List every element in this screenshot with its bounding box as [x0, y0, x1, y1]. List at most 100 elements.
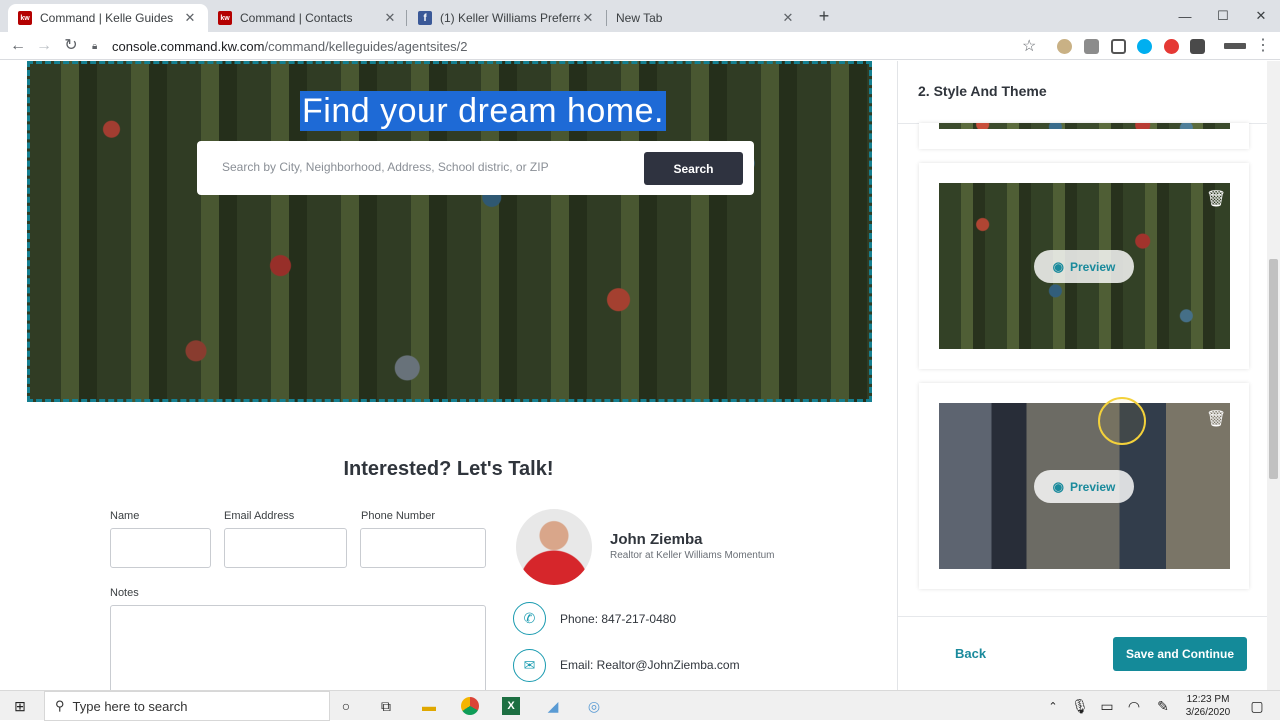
excel-icon[interactable]: X	[501, 696, 521, 716]
kw-favicon-icon: kw	[18, 11, 32, 25]
preview-label: Preview	[1069, 259, 1116, 274]
back-button[interactable]: Back	[955, 646, 986, 661]
preview-button[interactable]: ◉ Preview	[1034, 250, 1134, 283]
preview-label: Preview	[1069, 479, 1116, 494]
name-field[interactable]	[110, 528, 211, 568]
extension-skype-icon[interactable]	[1137, 39, 1152, 54]
cursor-highlight	[1098, 397, 1146, 445]
new-tab-plus-icon[interactable]: +	[814, 6, 834, 26]
extension-cookie-icon[interactable]	[1057, 39, 1072, 54]
app-icon[interactable]: ◢	[543, 696, 563, 716]
theme-card-interior[interactable]: ◉ Preview 🗑︎	[919, 383, 1249, 589]
agent-phone: Phone: 847-217-0480	[560, 612, 677, 626]
email-label: Email Address	[224, 510, 295, 522]
search-placeholder: Search by City, Neighborhood, Address, S…	[222, 160, 549, 174]
panel-footer-divider	[898, 616, 1268, 617]
phone-label: Phone Number	[361, 510, 435, 522]
maximize-icon[interactable]: ☐	[1204, 0, 1242, 32]
address-bar[interactable]: 🔒︎ console.command.kw.com/command/kelleg…	[92, 34, 1047, 58]
email-field[interactable]	[224, 528, 347, 568]
trash-icon[interactable]: 🗑︎	[1206, 409, 1226, 429]
eye-icon: ◉	[1052, 258, 1064, 274]
close-icon[interactable]: ✕	[580, 10, 596, 26]
windows-taskbar: ⊞ ⚲ Type here to search ○ ⧉ ▬ X ◢ ◎ ⌃ 🎙︎…	[0, 690, 1280, 721]
notifications-icon[interactable]: ▢	[1247, 696, 1267, 716]
microphone-icon[interactable]: 🎙︎	[1070, 696, 1090, 716]
facebook-favicon-icon: f	[418, 11, 432, 25]
theme-card-aerial[interactable]: ◉ Preview 🗑︎	[919, 163, 1249, 369]
browser-toolbar: ← → ↻ 🔒︎ console.command.kw.com/command/…	[0, 32, 1280, 60]
tab-contacts[interactable]: kw Command | Contacts ✕	[208, 4, 408, 32]
scrollbar-thumb[interactable]	[1269, 259, 1278, 479]
hero-banner[interactable]: Find your dream home. Search by City, Ne…	[27, 61, 872, 402]
pen-icon[interactable]: ✎	[1153, 696, 1173, 716]
close-icon[interactable]: ✕	[382, 10, 398, 26]
taskbar-search-input[interactable]: ⚲ Type here to search	[44, 691, 330, 721]
url-path: /command/kelleguides/agentsites/2	[264, 38, 468, 54]
browser-tab-strip: kw Command | Kelle Guides ✕ kw Command |…	[0, 0, 1280, 32]
forward-arrow-icon[interactable]: →	[34, 36, 54, 56]
tab-title: Command | Contacts	[240, 11, 353, 25]
agent-email: Email: Realtor@JohnZiemba.com	[560, 658, 740, 672]
chevron-up-icon[interactable]: ⌃	[1043, 696, 1063, 716]
theme-thumbnail-interior: ◉ Preview 🗑︎	[939, 403, 1230, 569]
search-icon: ⚲	[55, 698, 65, 713]
window-close-icon[interactable]: ✕	[1242, 0, 1280, 32]
agent-avatar	[516, 509, 592, 585]
taskbar-search-placeholder: Type here to search	[72, 698, 188, 714]
system-clock[interactable]: 12:23 PM 3/26/2020	[1183, 693, 1233, 719]
extension-camera-icon[interactable]	[1084, 39, 1099, 54]
file-explorer-icon[interactable]: ▬	[419, 696, 439, 716]
hero-title: Find your dream home.	[300, 91, 666, 131]
extension-f-icon[interactable]	[1190, 39, 1205, 54]
page-content: Find your dream home. Search by City, Ne…	[0, 61, 897, 690]
kw-favicon-icon: kw	[218, 11, 232, 25]
recorder-icon[interactable]: ◎	[584, 696, 604, 716]
hero-search-button[interactable]: Search	[644, 152, 743, 185]
menu-kebab-icon[interactable]: ⋮	[1253, 36, 1273, 56]
trash-icon[interactable]: 🗑︎	[1206, 189, 1226, 209]
tab-title: (1) Keller Williams Preferred Real	[440, 11, 580, 25]
extension-notification-icon[interactable]	[1164, 39, 1179, 54]
clock-date: 3/26/2020	[1185, 707, 1231, 718]
tab-title: New Tab	[616, 11, 663, 25]
close-icon[interactable]: ✕	[182, 10, 198, 26]
contact-heading: Interested? Let's Talk!	[343, 458, 554, 480]
tab-divider	[406, 10, 407, 26]
name-label: Name	[110, 510, 140, 522]
extension-banner-icon[interactable]	[1224, 43, 1246, 49]
back-arrow-icon[interactable]: ←	[8, 36, 28, 56]
agent-title: Realtor at Keller Williams Momentum	[610, 550, 775, 561]
battery-icon[interactable]: ▭	[1097, 696, 1117, 716]
minimize-icon[interactable]: —	[1166, 0, 1204, 32]
theme-thumbnail	[939, 123, 1230, 129]
bookmark-star-icon[interactable]: ☆	[1022, 36, 1036, 56]
url-host: console.command.kw.com	[112, 38, 265, 54]
panel-title: 2. Style And Theme	[918, 83, 1047, 99]
cortana-icon[interactable]: ○	[336, 696, 356, 716]
close-icon[interactable]: ✕	[780, 10, 796, 26]
email-icon: ✉	[513, 649, 546, 682]
extension-clipboard-icon[interactable]	[1111, 39, 1126, 54]
preview-button[interactable]: ◉ Preview	[1034, 470, 1134, 503]
page-scrollbar[interactable]	[1267, 61, 1280, 690]
chrome-icon[interactable]	[460, 696, 480, 716]
save-and-continue-button[interactable]: Save and Continue	[1113, 637, 1247, 671]
eye-icon: ◉	[1052, 478, 1064, 494]
tab-facebook[interactable]: f (1) Keller Williams Preferred Real ✕	[408, 4, 606, 32]
windows-start-icon[interactable]: ⊞	[10, 696, 30, 716]
tab-kelle-guides[interactable]: kw Command | Kelle Guides ✕	[8, 4, 208, 32]
tab-new-tab[interactable]: New Tab ✕	[606, 4, 806, 32]
reload-icon[interactable]: ↻	[61, 36, 81, 56]
task-view-icon[interactable]: ⧉	[376, 696, 396, 716]
lock-icon: 🔒︎	[92, 41, 98, 52]
agent-name: John Ziemba	[610, 531, 703, 548]
clock-time: 12:23 PM	[1186, 694, 1230, 705]
theme-thumbnail-aerial: ◉ Preview 🗑︎	[939, 183, 1230, 349]
notes-field[interactable]	[110, 605, 486, 690]
phone-icon: ✆	[513, 602, 546, 635]
tab-title: Command | Kelle Guides	[40, 11, 174, 25]
notes-label: Notes	[110, 587, 139, 599]
wifi-icon[interactable]: ◠	[1124, 696, 1144, 716]
phone-field[interactable]	[360, 528, 486, 568]
